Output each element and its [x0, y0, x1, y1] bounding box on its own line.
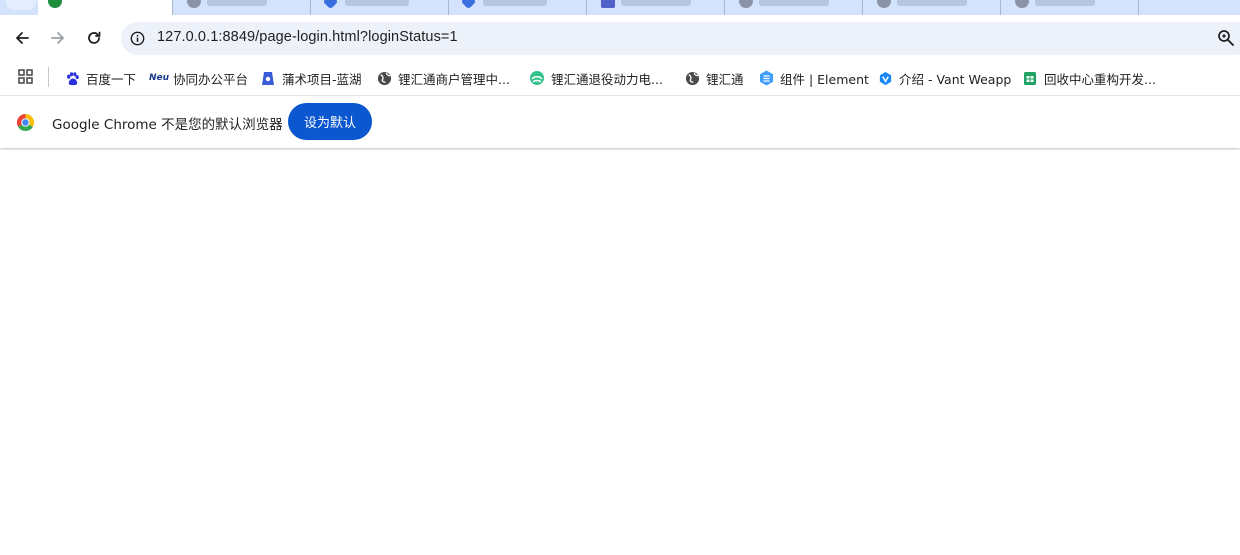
- globe-icon: [187, 0, 201, 8]
- apps-grid-button[interactable]: [17, 68, 35, 86]
- bookmark-element[interactable]: 组件 | Element: [758, 64, 869, 92]
- tab-strip: [0, 0, 1240, 15]
- tab-inactive[interactable]: [310, 0, 448, 15]
- globe-icon: [684, 70, 700, 86]
- set-default-button[interactable]: 设为默认: [288, 103, 372, 140]
- tab-inactive[interactable]: [724, 0, 862, 15]
- bookmark-lihuitong-merchant[interactable]: 锂汇通商户管理中...: [376, 64, 510, 92]
- bookmark-vant[interactable]: 介绍 - Vant Weapp: [877, 64, 1011, 92]
- bookmark-baidu[interactable]: 百度一下: [64, 64, 136, 92]
- site-info-button[interactable]: [129, 30, 146, 47]
- zoom-magnifier-icon: [1218, 30, 1234, 46]
- zoom-button[interactable]: [1217, 29, 1237, 49]
- tab-favicon-icon: [601, 0, 615, 8]
- infobar-message: Google Chrome 不是您的默认浏览器: [52, 117, 283, 133]
- globe-icon: [1015, 0, 1029, 8]
- tab-inactive[interactable]: [862, 0, 1000, 15]
- globe-icon: [739, 0, 753, 8]
- vant-icon: [877, 70, 893, 86]
- bookmark-lihuitong[interactable]: 锂汇通: [684, 64, 744, 92]
- tab-favicon-icon: [460, 0, 477, 10]
- browser-toolbar: 127.0.0.1:8849/page-login.html?loginStat…: [0, 15, 1240, 61]
- url-text[interactable]: 127.0.0.1:8849/page-login.html?loginStat…: [157, 29, 458, 45]
- arrow-left-icon: [16, 32, 29, 44]
- forward-button[interactable]: [43, 23, 73, 53]
- lanhu-icon: [260, 70, 276, 86]
- sheets-icon: [1022, 70, 1038, 86]
- green-leaf-icon: [529, 70, 545, 86]
- tab-inactive[interactable]: [1000, 0, 1138, 15]
- bookmarks-bar: 百度一下 Neu 协同办公平台 蒲术项目-蓝湖 锂汇通商户管理中... 锂汇通退…: [0, 61, 1240, 96]
- bookmark-neu[interactable]: Neu 协同办公平台: [149, 64, 248, 92]
- tab-inactive[interactable]: [1138, 0, 1240, 15]
- reload-button[interactable]: [79, 23, 109, 53]
- arrow-right-icon: [51, 32, 64, 44]
- tab-favicon-icon: [48, 0, 62, 8]
- bookmark-lanhu[interactable]: 蒲术项目-蓝湖: [260, 64, 362, 92]
- tab-search-button[interactable]: [6, 0, 36, 10]
- chrome-logo-icon: [16, 113, 35, 132]
- tab-favicon-icon: [322, 0, 339, 10]
- bookmarks-separator: [48, 67, 49, 87]
- back-button[interactable]: [7, 23, 37, 53]
- globe-icon: [376, 70, 392, 86]
- default-browser-infobar: Google Chrome 不是您的默认浏览器 设为默认: [0, 96, 1240, 148]
- bookmark-lihuitong-battery[interactable]: 锂汇通退役动力电...: [529, 64, 663, 92]
- tab-active[interactable]: [38, 0, 172, 15]
- neu-logo-icon: Neu: [149, 73, 170, 83]
- baidu-paw-icon: [64, 70, 80, 86]
- reload-icon: [88, 31, 101, 44]
- bookmark-recycle-center[interactable]: 回收中心重构开发...: [1022, 64, 1156, 92]
- tab-inactive[interactable]: [448, 0, 586, 15]
- element-hex-icon: [758, 70, 774, 86]
- address-bar[interactable]: 127.0.0.1:8849/page-login.html?loginStat…: [121, 22, 1240, 55]
- tab-inactive[interactable]: [586, 0, 724, 15]
- apps-grid-icon: [18, 69, 33, 84]
- globe-icon: [877, 0, 891, 8]
- info-circle-icon: [130, 31, 145, 46]
- tab-inactive[interactable]: [172, 0, 310, 15]
- page-content: [0, 150, 1240, 555]
